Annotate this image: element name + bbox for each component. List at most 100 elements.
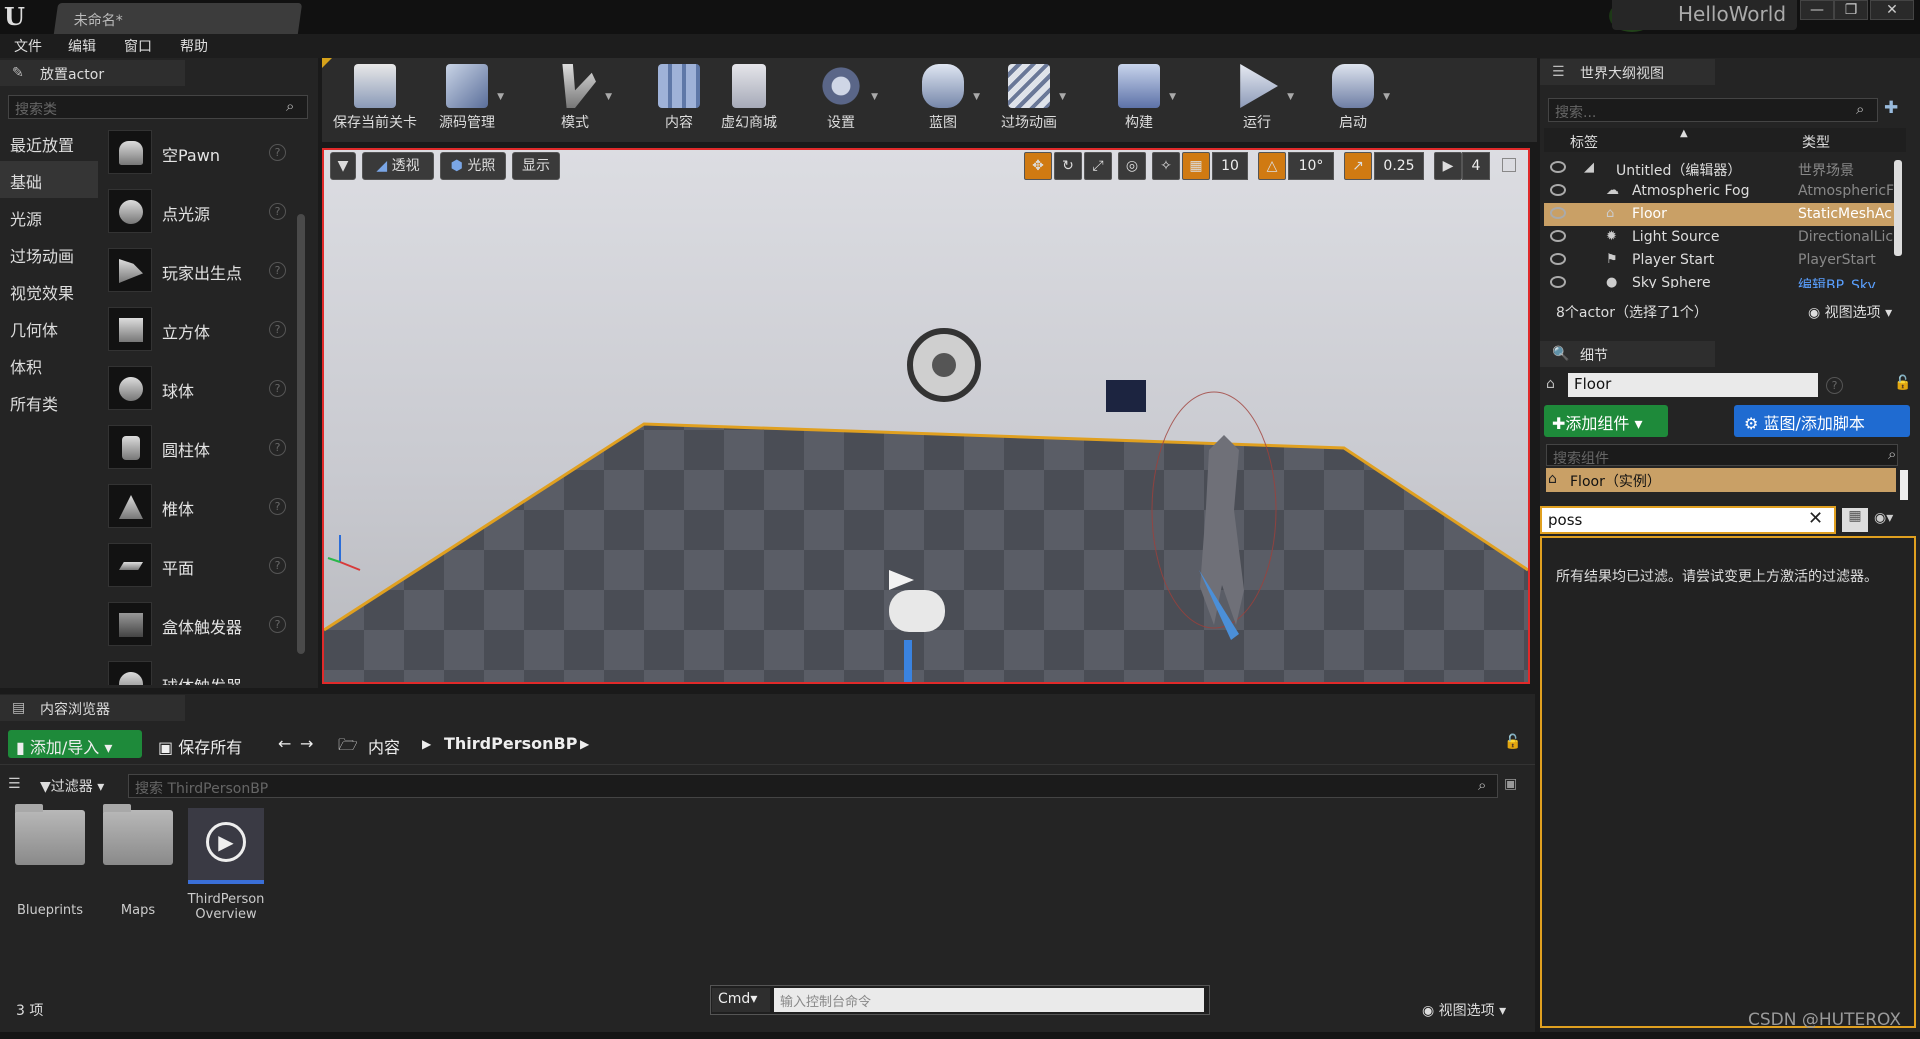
blueprints-button[interactable]: ▼ 蓝图 — [898, 62, 988, 140]
help-icon[interactable]: ? — [269, 557, 286, 574]
clear-filter-icon[interactable]: ✕ — [1808, 508, 1828, 529]
category-recent[interactable]: 最近放置 — [0, 124, 98, 161]
visibility-eye-icon[interactable] — [1550, 276, 1566, 288]
translate-tool-icon[interactable]: ✥ — [1024, 152, 1052, 180]
maximize-viewport-icon[interactable] — [1502, 158, 1516, 172]
actor-point-light[interactable]: 点光源? — [104, 183, 294, 241]
lock-icon[interactable]: 🔓 — [1894, 375, 1912, 393]
save-level-button[interactable]: 保存当前关卡 — [330, 62, 420, 140]
surface-snap-icon[interactable]: ✧ — [1152, 152, 1180, 180]
outliner-row-light-source[interactable]: ✹ Light Source DirectionalLic — [1544, 226, 1894, 249]
actor-cube[interactable]: 立方体? — [104, 301, 294, 359]
content-browser-tab[interactable]: ▤ 内容浏览器 — [0, 695, 185, 721]
outliner-row-floor[interactable]: ⌂ Floor StaticMeshAc — [1544, 203, 1894, 226]
filter-button[interactable]: ▼过滤器 ▾ — [40, 776, 104, 796]
visibility-eye-icon[interactable] — [1550, 253, 1566, 265]
category-all-classes[interactable]: 所有类 — [0, 383, 98, 420]
category-cinematic[interactable]: 过场动画 — [0, 235, 98, 272]
help-icon[interactable]: ? — [269, 616, 286, 633]
actor-box-trigger[interactable]: 盒体触发器? — [104, 596, 294, 654]
scale-snap-value[interactable]: 0.25 — [1374, 152, 1424, 180]
column-label[interactable]: 标签 — [1570, 132, 1598, 152]
actor-cylinder[interactable]: 圆柱体? — [104, 419, 294, 477]
camera-speed-icon[interactable]: ▶ — [1434, 152, 1462, 180]
help-icon[interactable]: ? — [269, 262, 286, 279]
console-input[interactable]: 输入控制台命令 — [774, 988, 1204, 1012]
menu-help[interactable]: 帮助 — [180, 36, 208, 56]
rotation-snap-value[interactable]: 10° — [1288, 152, 1334, 180]
rotation-snap-icon[interactable]: △ — [1258, 152, 1286, 180]
category-geometry[interactable]: 几何体 — [0, 309, 98, 346]
menu-edit[interactable]: 编辑 — [68, 36, 96, 56]
actor-name-field[interactable]: Floor — [1568, 373, 1818, 397]
class-search-input[interactable]: 搜索类 — [8, 95, 308, 119]
menu-file[interactable]: 文件 — [14, 36, 42, 56]
scale-snap-icon[interactable]: ↗ — [1344, 152, 1372, 180]
help-icon[interactable]: ? — [269, 144, 286, 161]
column-type[interactable]: 类型 — [1802, 132, 1830, 152]
camera-speed-value[interactable]: 4 — [1462, 152, 1490, 180]
directional-light-actor[interactable] — [1106, 380, 1146, 412]
breadcrumb-content[interactable]: 内容 — [360, 730, 408, 758]
category-volumes[interactable]: 体积 — [0, 346, 98, 383]
minimize-button[interactable]: — — [1800, 0, 1834, 20]
lock-icon[interactable]: 🔓 — [1496, 730, 1529, 758]
visibility-eye-icon[interactable] — [1550, 184, 1566, 196]
play-button[interactable]: ▼ 运行 — [1212, 62, 1302, 140]
sources-panel-icon[interactable]: ☰ — [8, 776, 28, 794]
actor-cone[interactable]: 椎体? — [104, 478, 294, 536]
grid-snap-icon[interactable]: ▦ — [1182, 152, 1210, 180]
source-control-button[interactable]: ▼ 源码管理 — [422, 62, 512, 140]
asset-folder-blueprints[interactable]: Blueprints — [10, 804, 90, 918]
content-search-input[interactable]: 搜索 ThirdPersonBP — [128, 774, 1498, 798]
category-visual-effects[interactable]: 视觉效果 — [0, 272, 98, 309]
scale-tool-icon[interactable]: ⤢ — [1084, 152, 1112, 180]
asset-folder-maps[interactable]: Maps — [98, 804, 178, 918]
actor-player-start[interactable]: 玩家出生点? — [104, 242, 294, 300]
add-folder-icon[interactable]: ✚ — [1884, 98, 1906, 120]
details-tab[interactable]: 🔍 细节 — [1540, 341, 1715, 367]
actor-empty-pawn[interactable]: 空Pawn? — [104, 124, 294, 182]
save-search-icon[interactable]: ▣ — [1504, 776, 1522, 794]
menu-window[interactable]: 窗口 — [124, 36, 152, 56]
rotate-tool-icon[interactable]: ↻ — [1054, 152, 1082, 180]
visibility-eye-icon[interactable] — [1550, 230, 1566, 242]
help-icon[interactable]: ? — [269, 203, 286, 220]
show-button[interactable]: 显示 — [512, 152, 560, 180]
place-actors-tab[interactable]: ✎ 放置actor — [0, 60, 185, 86]
outliner-scrollbar[interactable] — [1894, 160, 1902, 256]
forward-arrow-icon[interactable]: → — [292, 730, 321, 758]
property-filter-input[interactable]: poss — [1540, 506, 1836, 534]
outliner-search-input[interactable]: 搜索... — [1548, 98, 1878, 122]
actor-sphere-trigger[interactable]: 球体触发器 — [104, 655, 294, 685]
outliner-row-sky-sphere[interactable]: ● Sky Sphere 编辑BP_Sky — [1544, 272, 1894, 288]
cmd-dropdown[interactable]: Cmd▾ — [712, 988, 770, 1012]
maximize-button[interactable]: ❐ — [1834, 0, 1868, 20]
outliner-row-player-start[interactable]: ⚑ Player Start PlayerStart — [1544, 249, 1894, 272]
category-lights[interactable]: 光源 — [0, 198, 98, 235]
help-icon[interactable]: ? — [269, 498, 286, 515]
actor-sphere[interactable]: 球体? — [104, 360, 294, 418]
player-start-actor[interactable] — [889, 590, 945, 632]
outliner-row-atmospheric-fog[interactable]: ☁ Atmospheric Fog AtmosphericF — [1544, 180, 1894, 203]
world-outliner-tab[interactable]: ☰ 世界大纲视图 — [1540, 59, 1715, 85]
asset-thirdperson-overview[interactable]: ▶ ThirdPerson Overview — [186, 808, 266, 922]
details-view-options-icon[interactable]: ◉▾ — [1874, 510, 1910, 530]
launch-button[interactable]: ▼ 启动 — [1308, 62, 1398, 140]
cinematics-button[interactable]: ▼ 过场动画 — [984, 62, 1074, 140]
viewport-options-button[interactable]: ▼ — [330, 152, 356, 180]
visibility-eye-icon[interactable] — [1550, 161, 1566, 173]
actor-list-scrollbar[interactable] — [297, 214, 305, 654]
close-button[interactable]: ✕ — [1870, 0, 1914, 20]
grid-snap-value[interactable]: 10 — [1212, 152, 1248, 180]
add-import-button[interactable]: ▮ 添加/导入 ▾ — [8, 730, 142, 758]
document-tab[interactable]: 未命名* — [53, 3, 303, 34]
actor-plane[interactable]: 平面? — [104, 537, 294, 595]
breadcrumb-thirdpersonbp[interactable]: ThirdPersonBP — [436, 730, 585, 758]
component-list-scrollbar[interactable] — [1900, 470, 1908, 500]
content-view-options[interactable]: ◉ 视图选项 ▾ — [1422, 1000, 1506, 1020]
help-icon[interactable]: ? — [1826, 377, 1843, 394]
build-button[interactable]: ▼ 构建 — [1094, 62, 1184, 140]
help-icon[interactable]: ? — [269, 321, 286, 338]
save-all-button[interactable]: ▣ 保存所有 — [150, 730, 260, 758]
